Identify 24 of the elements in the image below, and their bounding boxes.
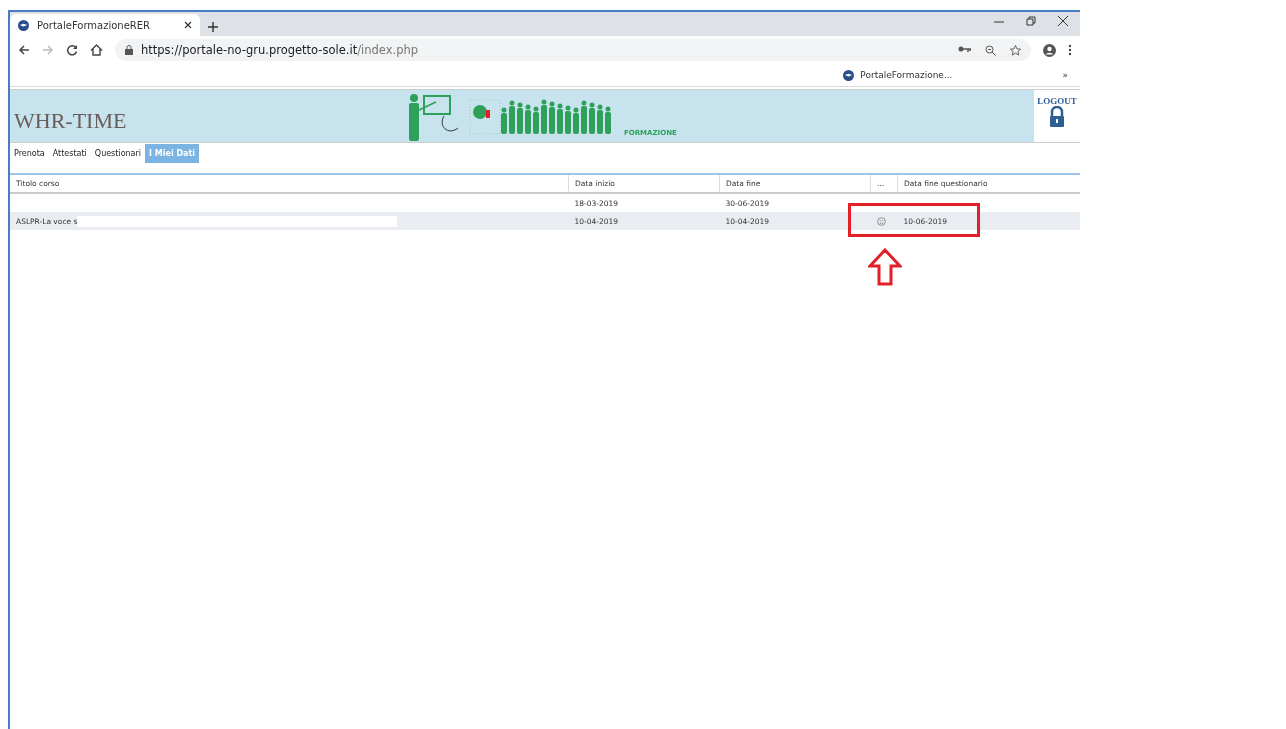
lock-icon: [125, 45, 133, 55]
close-icon[interactable]: [184, 21, 192, 29]
site-logo: WHR-TIME: [13, 108, 128, 135]
reload-icon[interactable]: [66, 44, 78, 56]
browser-tab[interactable]: PortaleFormazioneRER: [10, 14, 200, 36]
star-icon[interactable]: [1010, 44, 1021, 56]
nav-tab[interactable]: Attestati: [48, 144, 91, 163]
nav-tab[interactable]: Prenota: [10, 144, 49, 163]
restore-icon[interactable]: [1026, 16, 1036, 26]
address-bar[interactable]: https://portale-no-gru.progetto-sole.it/index.php: [115, 39, 1031, 61]
back-arrow-icon[interactable]: [18, 44, 30, 56]
up-arrow-icon: [868, 248, 902, 286]
nav-tab[interactable]: Questionari: [90, 144, 146, 163]
zoom-icon[interactable]: [985, 44, 996, 56]
padlock-icon: [1049, 106, 1065, 128]
menu-icon[interactable]: [1068, 44, 1072, 56]
home-icon[interactable]: [90, 44, 103, 56]
key-icon[interactable]: [958, 44, 971, 53]
more-bookmarks-button[interactable]: »: [1062, 70, 1068, 80]
plus-icon[interactable]: [208, 22, 218, 32]
logout-button[interactable]: LOGOUT: [1034, 90, 1080, 142]
bookmark-item[interactable]: PortaleFormazione...: [843, 69, 953, 81]
close-icon[interactable]: [1058, 16, 1068, 26]
account-icon[interactable]: [1043, 43, 1056, 57]
